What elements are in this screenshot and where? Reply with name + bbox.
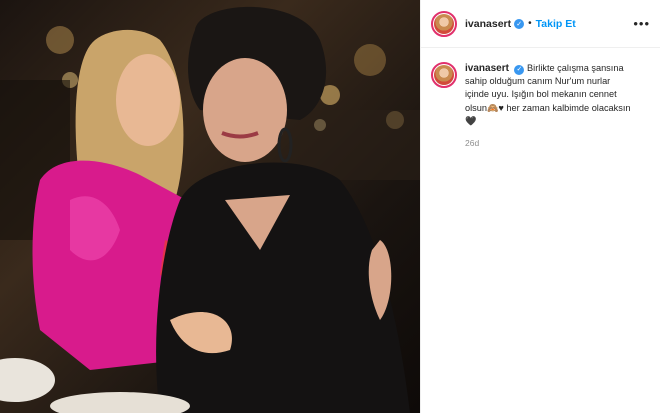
post-sidebar: ivanasert ✓ • Takip Et ••• ivanasert ✓ B…	[420, 0, 660, 413]
instagram-post: ivanasert ✓ • Takip Et ••• ivanasert ✓ B…	[0, 0, 660, 413]
caption-username[interactable]: ivanasert	[465, 63, 509, 74]
more-options-icon[interactable]: •••	[633, 16, 650, 31]
avatar[interactable]	[431, 10, 457, 37]
follow-button[interactable]: Takip Et	[536, 18, 576, 30]
photo-illustration	[0, 6, 420, 413]
caption-avatar[interactable]	[431, 62, 457, 88]
separator-dot: •	[528, 18, 532, 29]
caption-text: ivanasert ✓ Birlikte çalışma şansına sah…	[465, 62, 635, 128]
verified-badge-icon: ✓	[514, 18, 525, 29]
post-timestamp[interactable]: 26d	[465, 138, 660, 148]
caption-row: ivanasert ✓ Birlikte çalışma şansına sah…	[421, 48, 660, 128]
username-link[interactable]: ivanasert	[465, 18, 511, 30]
post-photo[interactable]	[0, 0, 420, 413]
post-header: ivanasert ✓ • Takip Et •••	[421, 0, 660, 48]
caption-verified-badge-icon: ✓	[514, 64, 525, 75]
